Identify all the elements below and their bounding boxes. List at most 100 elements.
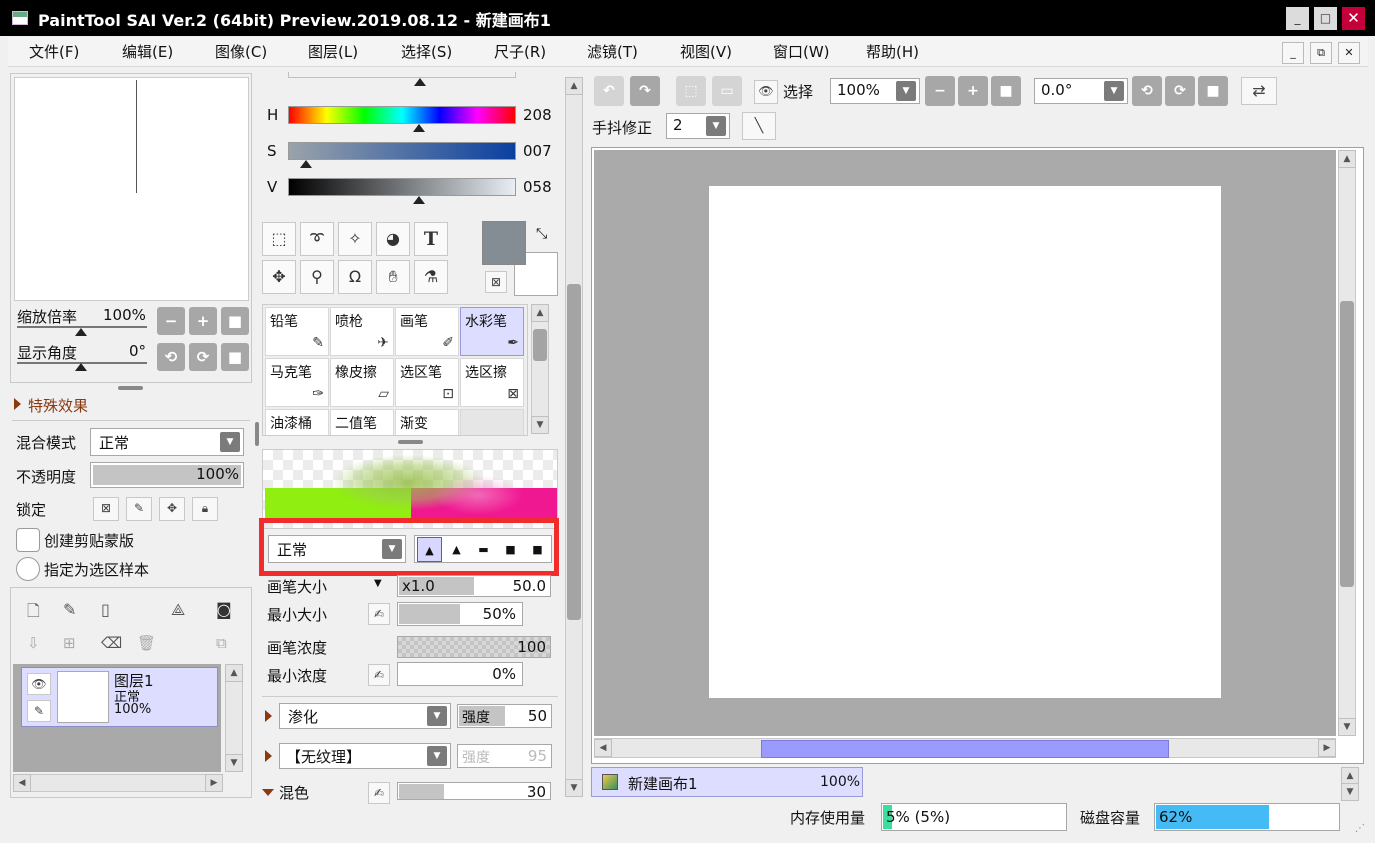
scroll-down-icon[interactable]: ▼ <box>1341 783 1359 801</box>
canvas-hscrollbar[interactable]: ◀ ▶ <box>594 738 1336 758</box>
hue-handle[interactable] <box>413 124 425 132</box>
scroll-up-icon[interactable]: ▲ <box>225 664 243 682</box>
rotate-reset-button[interactable]: ■ <box>221 343 249 371</box>
rotate-reset-button[interactable]: ■ <box>1198 76 1228 106</box>
texture-strength-slider[interactable]: 强度 95 <box>457 744 552 768</box>
scroll-right-icon[interactable]: ▶ <box>205 774 223 792</box>
pressure-icon[interactable]: ✍︎ <box>368 664 390 686</box>
scroll-right-icon[interactable]: ▶ <box>1318 739 1336 757</box>
brush-cell[interactable]: 选区擦 ⊠ <box>460 358 524 407</box>
zoom-reset-button[interactable]: ■ <box>221 307 249 335</box>
layer-scrollbar[interactable]: ▲ ▼ <box>225 664 243 772</box>
expand-arrow-icon[interactable] <box>265 750 272 762</box>
panel-splitter[interactable] <box>118 386 143 390</box>
hand-icon[interactable]: ✋︎ <box>376 260 410 294</box>
zoom-in-button[interactable]: + <box>958 76 988 106</box>
scroll-up-icon[interactable]: ▲ <box>565 77 583 95</box>
brush-cell[interactable]: 画笔 ✐ <box>395 307 459 356</box>
brush-blend-select[interactable]: 正常 ▼ <box>268 535 406 563</box>
pen-icon[interactable]: ✎ <box>27 700 51 722</box>
merge-down-icon[interactable]: ⇩ <box>27 634 40 652</box>
menu-item-3[interactable]: 图层(L) <box>287 37 380 67</box>
magic-wand-icon[interactable]: ✧ <box>338 222 372 256</box>
brush-shape-4[interactable]: ■ <box>498 537 523 562</box>
zoom-in-button[interactable]: + <box>189 307 217 335</box>
lock-move-icon[interactable]: ✥ <box>159 497 185 521</box>
brush-cell[interactable]: 马克笔 ✑ <box>265 358 329 407</box>
effects-label[interactable]: 特殊效果 <box>28 395 88 416</box>
maximize-button[interactable]: □ <box>1314 7 1337 30</box>
trash-icon[interactable]: 🗑︎ <box>137 634 156 652</box>
density-slider[interactable]: 100 <box>397 636 551 658</box>
layer-row[interactable]: 👁︎ ✎ 图层1 正常 100% <box>21 667 218 727</box>
brush-shape-3[interactable]: ▬ <box>471 537 496 562</box>
rotate-icon[interactable]: Ω <box>338 260 372 294</box>
mdi-close-button[interactable]: ✕ <box>1338 42 1360 64</box>
rotate-cw-button[interactable]: ⟳ <box>1165 76 1195 106</box>
menu-item-8[interactable]: 窗口(W) <box>752 37 845 67</box>
primary-color-swatch[interactable] <box>482 221 526 265</box>
brush-size-slider[interactable]: x1.0 50.0 <box>397 575 551 597</box>
texture-select[interactable]: 【无纹理】 ▼ <box>279 743 451 769</box>
canvas-document[interactable] <box>709 186 1221 698</box>
saturation-handle[interactable] <box>300 160 312 168</box>
brush-cell[interactable]: 选区笔 ⊡ <box>395 358 459 407</box>
scroll-down-icon[interactable]: ▼ <box>531 416 549 434</box>
deselect-button[interactable]: ⬚ <box>676 76 706 106</box>
brush-splitter[interactable] <box>398 440 423 444</box>
rotate-cw-button[interactable]: ⟳ <box>189 343 217 371</box>
size-dropdown-icon[interactable]: ▼ <box>374 578 382 589</box>
clip-mask-checkbox[interactable] <box>16 528 40 552</box>
hue-slider[interactable] <box>288 106 516 124</box>
eyedropper-icon[interactable]: ⚗︎ <box>414 260 448 294</box>
copy-layer-icon[interactable]: ⊞ <box>63 634 76 652</box>
shape-select-icon[interactable]: ◕ <box>376 222 410 256</box>
selection-sample-radio[interactable] <box>16 557 40 581</box>
flip-horizontal-icon[interactable]: ⇄ <box>1241 77 1277 105</box>
transparent-color-icon[interactable]: ⊠ <box>485 271 507 293</box>
scroll-thumb[interactable] <box>533 329 547 361</box>
scroll-left-icon[interactable]: ◀ <box>594 739 612 757</box>
eye-icon[interactable]: 👁︎ <box>754 80 778 104</box>
menu-item-1[interactable]: 编辑(E) <box>101 37 194 67</box>
move-icon[interactable]: ✥ <box>262 260 296 294</box>
value-slider[interactable] <box>288 178 516 196</box>
vertical-splitter[interactable] <box>255 422 259 446</box>
scroll-left-icon[interactable]: ◀ <box>13 774 31 792</box>
brush-cell[interactable]: 橡皮擦 ▱ <box>330 358 394 407</box>
lock-paint-icon[interactable]: ✎ <box>126 497 152 521</box>
expand-arrow-icon[interactable] <box>265 710 272 722</box>
angle-select[interactable]: 0.0° ▼ <box>1034 78 1128 104</box>
eye-icon[interactable]: 👁︎ <box>27 673 51 695</box>
lock-transparency-icon[interactable]: ⊠ <box>93 497 119 521</box>
zoom-select[interactable]: 100% ▼ <box>830 78 920 104</box>
zoom-slider-handle[interactable] <box>75 328 87 336</box>
tool-panel-scrollbar[interactable]: ▲ ▼ <box>565 77 583 797</box>
scroll-down-icon[interactable]: ▼ <box>1338 718 1356 736</box>
layer-mode-icon[interactable]: ⟁ <box>171 600 185 620</box>
undo-button[interactable]: ↶ <box>594 76 624 106</box>
lasso-icon[interactable]: ➰︎ <box>300 222 334 256</box>
menu-item-0[interactable]: 文件(F) <box>8 37 101 67</box>
new-vector-layer-icon[interactable]: ✎ <box>63 600 76 619</box>
layer-hscrollbar[interactable]: ◀ ▶ <box>13 774 223 792</box>
expand-arrow-icon[interactable] <box>14 398 22 410</box>
slider-handle[interactable] <box>414 78 426 86</box>
pressure-icon[interactable]: ✍︎ <box>368 782 390 804</box>
new-layer-icon[interactable]: 🗋︎ <box>27 600 40 627</box>
scroll-up-icon[interactable]: ▲ <box>531 304 549 322</box>
menu-item-2[interactable]: 图像(C) <box>194 37 287 67</box>
lock-all-icon[interactable]: 🔒︎ <box>192 497 218 521</box>
mix-slider[interactable]: 30 <box>397 782 551 800</box>
canvas-viewport[interactable] <box>594 150 1336 736</box>
text-tool-icon[interactable]: T <box>414 222 448 256</box>
menu-item-9[interactable]: 帮助(H) <box>845 37 938 67</box>
min-size-slider[interactable]: 50% <box>397 602 523 626</box>
clear-layer-icon[interactable]: ⌫ <box>101 634 122 652</box>
new-folder-icon[interactable]: ▯ <box>101 600 110 619</box>
scroll-thumb[interactable] <box>761 740 1169 758</box>
min-density-slider[interactable]: 0% <box>397 662 523 686</box>
invert-select-button[interactable]: ▭ <box>712 76 742 106</box>
menu-item-4[interactable]: 选择(S) <box>380 37 473 67</box>
brush-cell[interactable]: 铅笔 ✎ <box>265 307 329 356</box>
